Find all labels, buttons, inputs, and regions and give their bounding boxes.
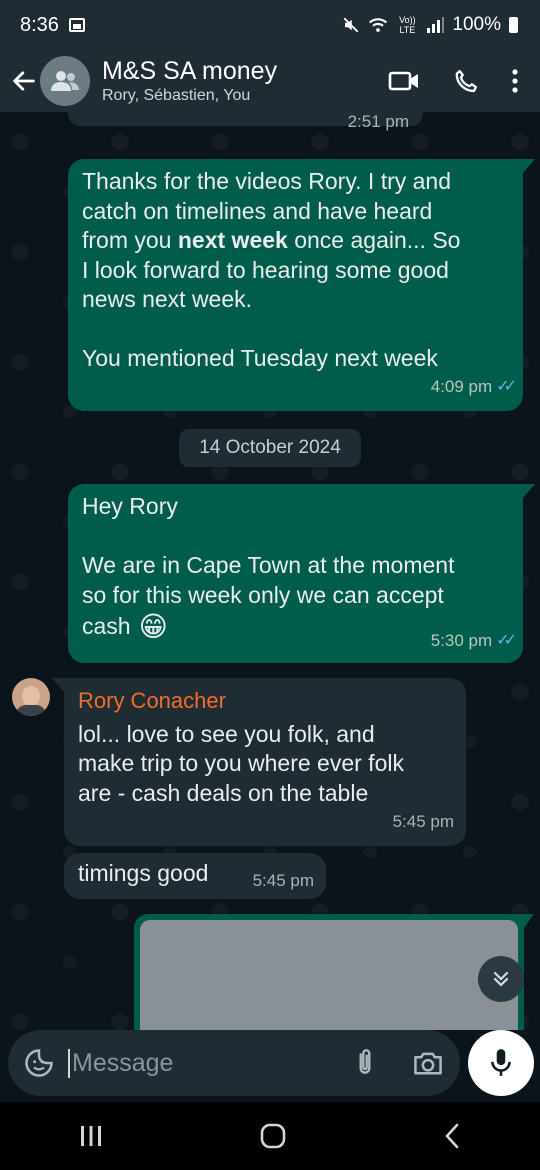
microphone-icon <box>491 1049 511 1076</box>
message-bubble-incoming[interactable]: timings good 5:45 pm <box>64 853 326 899</box>
wifi-icon <box>369 18 388 32</box>
message-line: catch on timelines and have heard <box>82 197 433 224</box>
message-time: 5:45 pm <box>252 870 314 890</box>
grinning-emoji: 😁 <box>138 611 168 642</box>
bubble-tail <box>523 159 535 173</box>
message-line: We are in Cape Town at the moment <box>82 552 455 578</box>
group-avatar[interactable] <box>40 56 90 106</box>
message-line: news next week. <box>82 286 253 312</box>
message-line: from you next week once again... So <box>82 227 461 253</box>
message-line: You mentioned Tuesday next week <box>82 345 438 371</box>
more-options-icon[interactable] <box>512 69 518 93</box>
message-line: lol... love to see you folk, and <box>78 720 375 747</box>
gallery-notification-icon <box>68 18 85 32</box>
double-chevron-down-icon <box>493 971 509 987</box>
message-bubble-outgoing[interactable]: Hey Rory We are in Cape Town at the mome… <box>68 484 523 663</box>
message-bubble-incoming[interactable]: Rory Conacher lol... love to see you fol… <box>64 678 466 846</box>
image-placeholder[interactable] <box>140 920 518 1030</box>
scroll-to-bottom-button[interactable] <box>478 956 524 1002</box>
bold-text: next week <box>177 227 288 253</box>
message-time: 4:09 pm <box>430 376 493 396</box>
avatar-face <box>22 686 40 706</box>
date-separator: 14 October 2024 <box>179 429 361 467</box>
message-bubble-outgoing[interactable]: Thanks for the videos Rory. I try and ca… <box>68 159 523 411</box>
voice-message-button[interactable] <box>468 1030 534 1096</box>
back-arrow-icon[interactable] <box>10 67 38 95</box>
chat-area[interactable]: 2:51 pm Thanks for the videos Rory. I tr… <box>0 112 540 1030</box>
system-navigation-bar <box>0 1102 540 1170</box>
partial-message-bubble[interactable]: 2:51 pm <box>68 112 423 131</box>
chat-header: M&S SA money Rory, Sébastien, You <box>0 50 540 112</box>
message-line: so for this week only we can accept <box>82 581 444 608</box>
sticker-icon[interactable] <box>24 1048 54 1078</box>
message-text: Thanks for the videos Rory. I try and ca… <box>82 167 509 374</box>
message-line: make trip to you where ever folk <box>78 750 404 776</box>
read-ticks-icon: ✓✓ <box>496 631 517 649</box>
message-time: 5:45 pm <box>392 811 454 831</box>
avatar-shirt <box>16 705 46 716</box>
status-bar: 8:36 Vo)) LTE 100% <box>0 0 540 50</box>
image-message-bubble[interactable] <box>134 914 524 1030</box>
attach-icon[interactable] <box>352 1048 378 1078</box>
recent-apps-icon[interactable] <box>79 1125 103 1147</box>
sender-avatar[interactable] <box>12 678 50 716</box>
mute-icon <box>343 17 359 33</box>
group-people-icon <box>51 71 79 91</box>
camera-icon[interactable] <box>412 1049 444 1077</box>
message-meta: 4:09 pm ✓✓ <box>430 372 517 402</box>
message-text: timings good <box>78 860 209 886</box>
status-time: 8:36 <box>20 13 59 36</box>
bubble-tail <box>52 678 64 692</box>
message-input-bar: Message <box>8 1030 460 1096</box>
voice-call-icon[interactable] <box>452 67 480 95</box>
message-time: 2:51 pm <box>347 112 409 131</box>
video-call-icon[interactable] <box>388 69 420 93</box>
chat-participants: Rory, Sébastien, You <box>102 87 251 104</box>
message-line: Thanks for the videos Rory. I try and <box>82 168 452 194</box>
chat-info[interactable]: M&S SA money Rory, Sébastien, You <box>102 56 388 106</box>
battery-icon <box>509 17 518 33</box>
signal-icon <box>427 17 445 33</box>
message-input[interactable]: Message <box>68 1048 352 1078</box>
message-line: are - cash deals on the table <box>78 779 369 806</box>
network-label: Vo)) LTE <box>399 15 416 35</box>
bubble-tail <box>524 914 534 928</box>
message-time: 5:30 pm <box>430 630 493 650</box>
chat-title: M&S SA money <box>102 57 278 85</box>
battery-percent: 100% <box>452 14 501 35</box>
message-line: Hey Rory <box>82 493 178 519</box>
bubble-tail <box>523 484 535 498</box>
message-meta: 5:30 pm ✓✓ <box>430 626 517 656</box>
sender-name[interactable]: Rory Conacher <box>78 686 452 716</box>
read-ticks-icon: ✓✓ <box>496 377 517 395</box>
home-icon[interactable] <box>260 1123 286 1149</box>
back-nav-icon[interactable] <box>443 1123 461 1149</box>
message-line: I look forward to hearing some good <box>82 256 449 283</box>
